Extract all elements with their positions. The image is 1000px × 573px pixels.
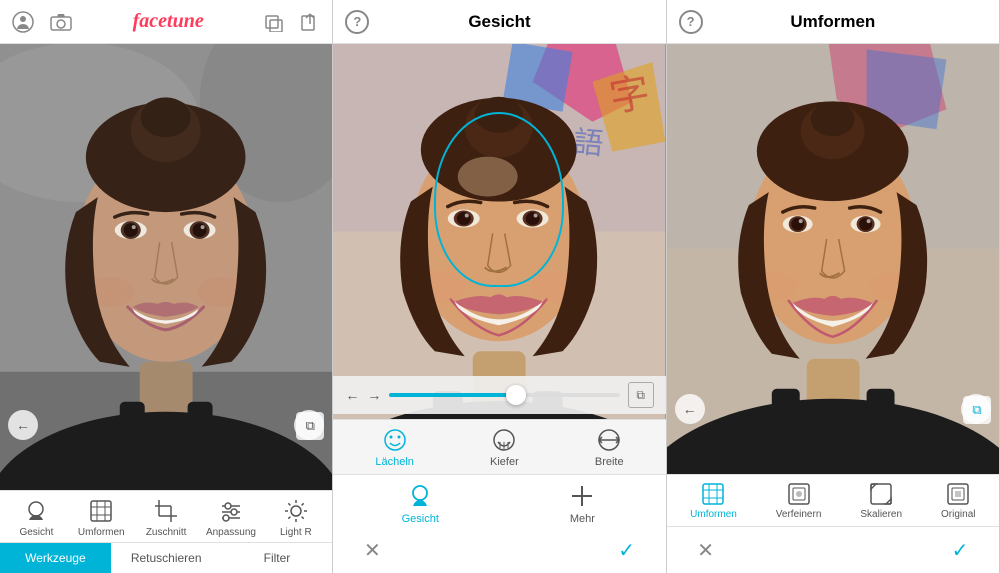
crop-icon [152, 497, 180, 525]
tool-icons-left: Gesicht Umformen [0, 491, 332, 542]
svg-text:語: 語 [572, 126, 605, 161]
slider-track[interactable] [389, 393, 619, 397]
tab-retuschieren[interactable]: Retuschieren [111, 543, 222, 573]
p3-tool-umformen[interactable]: Umformen [690, 481, 737, 520]
copy-btn-left[interactable]: ⧉ [296, 412, 324, 440]
window-icon[interactable] [264, 12, 284, 32]
light-icon [282, 497, 310, 525]
help-btn-mid[interactable]: ? [345, 10, 369, 34]
original-icon [945, 481, 971, 507]
p3-tool-original[interactable]: Original [941, 481, 975, 520]
face-tool-lacheln-label: Lächeln [375, 456, 414, 468]
p3-tool-umformen-label: Umformen [690, 509, 737, 520]
refine-icon [786, 481, 812, 507]
tab-werkzeuge[interactable]: Werkzeuge [0, 543, 111, 573]
plus-icon [567, 481, 597, 511]
scale-icon [868, 481, 894, 507]
camera-icon[interactable] [50, 12, 72, 32]
tool-umformen[interactable]: Umformen [76, 497, 126, 538]
action-gesicht[interactable]: Gesicht [402, 481, 439, 525]
copy-btn-mid[interactable]: ⧉ [628, 382, 654, 408]
panel-left: facetune [0, 0, 333, 573]
reshape-icon-p3 [700, 481, 726, 507]
prev-arrow-left[interactable]: ← [8, 410, 38, 440]
help-btn-right[interactable]: ? [679, 10, 703, 34]
adjust-icon [217, 497, 245, 525]
tab-bar-left: Werkzeuge Retuschieren Filter [0, 542, 332, 573]
share-icon[interactable] [300, 12, 320, 32]
slider-thumb[interactable] [506, 385, 526, 405]
confirm-bar-right: ✕ ✓ [667, 526, 999, 573]
header-icons: facetune [12, 10, 320, 33]
portrait-icon[interactable] [12, 11, 34, 33]
confirm-btn-right[interactable]: ✓ [945, 535, 975, 565]
photo-area-right: ← → ⧉ [667, 44, 999, 474]
panel-mid: ? Gesicht 字 語 [333, 0, 666, 573]
panel-right: ? Umformen [667, 0, 1000, 573]
slider-fill [389, 393, 516, 397]
action-gesicht-label: Gesicht [402, 513, 439, 525]
face-center-icon [405, 481, 435, 511]
tool-umformen-label: Umformen [78, 527, 125, 538]
tool-light[interactable]: Light R [271, 497, 321, 538]
p3-tools-row: Umformen Verfeinern [667, 474, 999, 526]
action-items-mid: Gesicht Mehr [333, 475, 665, 531]
panel-left-header: facetune [0, 0, 332, 44]
tool-zuschnitt-label: Zuschnitt [146, 527, 187, 538]
tool-gesicht[interactable]: Gesicht [11, 497, 61, 538]
panel-mid-header: ? Gesicht [333, 0, 665, 44]
reshape-icon [87, 497, 115, 525]
p3-tool-original-label: Original [941, 509, 975, 520]
photo-area-mid: 字 語 [333, 44, 665, 419]
face-tool-breite[interactable]: Breite [595, 426, 624, 468]
svg-text:字: 字 [607, 69, 654, 120]
width-icon [595, 426, 623, 454]
action-mehr-label: Mehr [570, 513, 595, 525]
cancel-btn-right[interactable]: ✕ [691, 535, 721, 565]
confirm-bar-mid: ✕ ✓ [333, 531, 665, 573]
panel-right-title: Umformen [703, 12, 963, 32]
p3-tool-skalieren-label: Skalieren [860, 509, 902, 520]
tool-zuschnitt[interactable]: Zuschnitt [141, 497, 191, 538]
face-icon [22, 497, 50, 525]
face-tool-lacheln[interactable]: Lächeln [375, 426, 414, 468]
face-tool-kiefer[interactable]: Kiefer [490, 426, 519, 468]
face-tool-breite-label: Breite [595, 456, 624, 468]
copy-btn-right[interactable]: ⧉ [963, 396, 991, 424]
bottom-toolbar-left: Gesicht Umformen [0, 490, 332, 573]
panel-mid-title: Gesicht [369, 12, 629, 32]
confirm-btn-mid[interactable]: ✓ [612, 535, 642, 565]
cancel-btn-mid[interactable]: ✕ [357, 535, 387, 565]
photo-area-left: ← → ⧉ [0, 44, 332, 490]
p3-tool-verfeinern-label: Verfeinern [776, 509, 822, 520]
tab-filter[interactable]: Filter [222, 543, 333, 573]
tool-gesicht-label: Gesicht [19, 527, 53, 538]
panel-right-header: ? Umformen [667, 0, 999, 44]
smile-icon [381, 426, 409, 454]
facetune-logo: facetune [133, 10, 204, 32]
p3-tool-skalieren[interactable]: Skalieren [860, 481, 902, 520]
jaw-icon [490, 426, 518, 454]
p3-tool-verfeinern[interactable]: Verfeinern [776, 481, 822, 520]
prev-arrow-right[interactable]: ← [675, 394, 705, 424]
action-bar-mid: Gesicht Mehr ✕ ✓ [333, 474, 665, 573]
action-mehr[interactable]: Mehr [567, 481, 597, 525]
tool-anpassung-label: Anpassung [206, 527, 256, 538]
face-tool-kiefer-label: Kiefer [490, 456, 519, 468]
tool-light-label: Light R [280, 527, 312, 538]
slider-container: ← → ⧉ [333, 376, 665, 414]
tool-anpassung[interactable]: Anpassung [206, 497, 256, 538]
face-tools-row: Lächeln Kiefer [333, 419, 665, 474]
slider-left-arrow: ← [345, 387, 359, 403]
slider-right-arrow: → [367, 387, 381, 403]
